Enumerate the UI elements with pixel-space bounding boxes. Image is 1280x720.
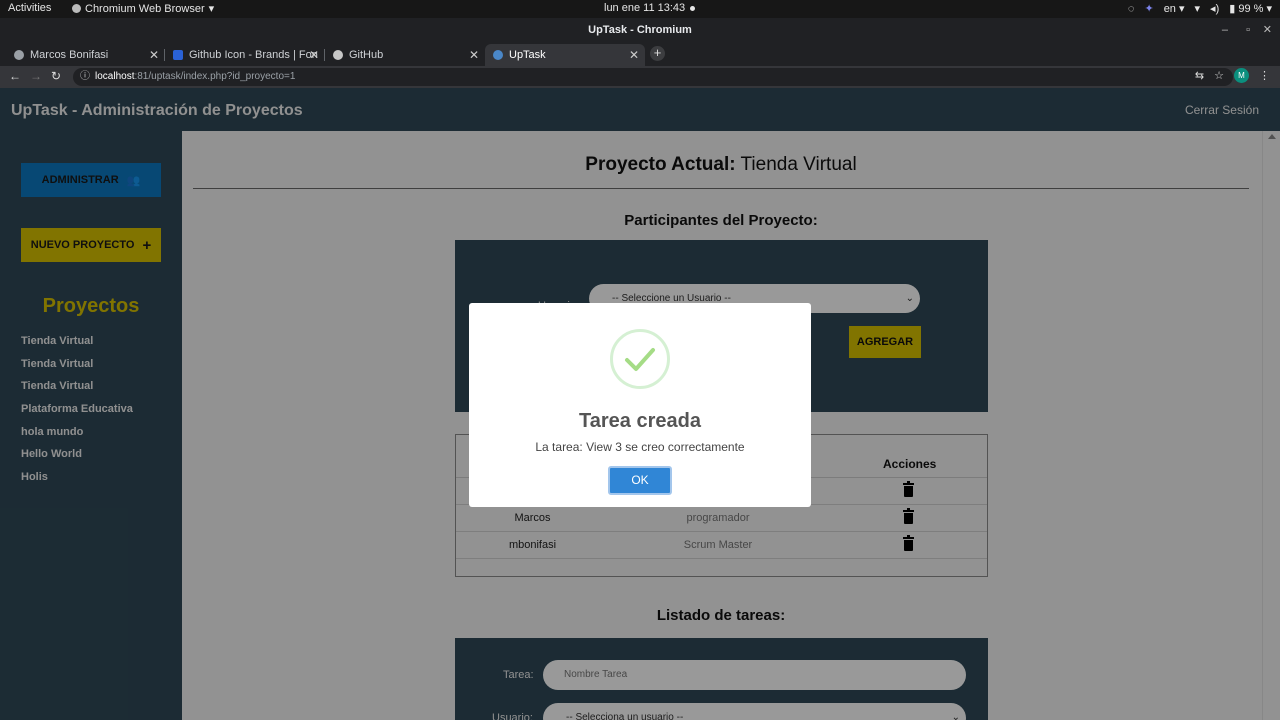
volume-icon: ◂) bbox=[1210, 3, 1220, 15]
clock[interactable]: lun ene 11 13:43 bbox=[604, 2, 696, 14]
new-tab-button[interactable]: + bbox=[650, 46, 665, 61]
tab-uptask[interactable]: UpTask ✕ bbox=[485, 44, 645, 66]
battery-label: 99 % bbox=[1238, 3, 1264, 15]
toolbar-actions: ⇆ ☆ M ⋮ bbox=[1195, 68, 1270, 83]
dialog-title: Tarea creada bbox=[579, 410, 701, 432]
back-arrow-icon[interactable]: ← bbox=[9, 69, 21, 83]
activities-button[interactable]: Activities bbox=[8, 2, 51, 14]
fontawesome-flag-icon bbox=[173, 50, 183, 60]
globe-icon bbox=[14, 50, 24, 60]
tab-label: Marcos Bonifasi bbox=[30, 49, 109, 61]
app-menu[interactable]: Chromium Web Browser ▾ bbox=[72, 2, 214, 15]
success-dialog: Tarea creada La tarea: View 3 se creo co… bbox=[469, 303, 811, 507]
tab-label: GitHub bbox=[349, 49, 384, 61]
close-tab-icon[interactable]: ✕ bbox=[469, 48, 479, 62]
wifi-icon: ▾ bbox=[1194, 3, 1201, 15]
close-tab-icon[interactable]: ✕ bbox=[629, 48, 639, 62]
minimize-icon[interactable]: – bbox=[1222, 18, 1228, 42]
profile-avatar[interactable]: M bbox=[1234, 68, 1249, 83]
forward-arrow-icon[interactable]: → bbox=[30, 69, 42, 83]
ok-button[interactable]: OK bbox=[608, 466, 672, 495]
teams-icon: ✦ bbox=[1144, 3, 1154, 15]
url-host: localhost bbox=[95, 71, 135, 82]
checkmark-icon bbox=[625, 348, 655, 371]
address-bar[interactable]: ⓘ localhost:81/uptask/index.php?id_proye… bbox=[73, 68, 1233, 86]
system-tray[interactable]: ◌ ✦ en ▾ ▾ ◂) ▮ 99 % ▾ bbox=[1127, 2, 1272, 16]
language-label: en bbox=[1163, 3, 1176, 15]
system-top-bar: Activities Chromium Web Browser ▾ lun en… bbox=[0, 0, 1280, 18]
site-info-icon[interactable]: ⓘ bbox=[80, 68, 90, 86]
close-window-icon[interactable]: ✕ bbox=[1263, 18, 1272, 42]
close-tab-icon[interactable]: ✕ bbox=[149, 48, 159, 62]
github-icon bbox=[333, 50, 343, 60]
language-indicator[interactable]: en ▾ bbox=[1164, 2, 1185, 15]
app-menu-label: Chromium Web Browser bbox=[85, 2, 205, 15]
tab-github-icon[interactable]: Github Icon - Brands | Fon ✕ bbox=[165, 44, 325, 66]
window-title: UpTask - Chromium bbox=[588, 24, 692, 36]
caret-down-icon: ▾ bbox=[208, 3, 215, 15]
success-check-icon bbox=[610, 329, 670, 389]
whatsapp-icon: ◌ bbox=[1127, 2, 1135, 15]
tab-marcos-bonifasi[interactable]: Marcos Bonifasi ✕ bbox=[0, 44, 165, 66]
chromium-icon bbox=[72, 4, 81, 13]
reload-icon[interactable]: ↻ bbox=[51, 69, 61, 83]
tab-label: Github Icon - Brands | Fon bbox=[189, 49, 318, 61]
uptask-favicon-icon bbox=[493, 50, 503, 60]
battery-indicator: ▮ 99 % ▾ bbox=[1229, 3, 1272, 15]
window-title-bar: UpTask - Chromium – ▫ ✕ bbox=[0, 18, 1280, 42]
menu-kebab-icon[interactable]: ⋮ bbox=[1259, 69, 1270, 82]
tab-label: UpTask bbox=[509, 49, 546, 61]
bookmark-star-icon[interactable]: ☆ bbox=[1214, 69, 1224, 82]
restore-icon[interactable]: ▫ bbox=[1246, 18, 1250, 42]
tab-strip: Marcos Bonifasi ✕ Github Icon - Brands |… bbox=[0, 42, 1280, 66]
translate-icon[interactable]: ⇆ bbox=[1195, 69, 1204, 82]
browser-toolbar: ← → ↻ ⓘ localhost:81/uptask/index.php?id… bbox=[0, 66, 1280, 88]
notification-dot-icon bbox=[690, 5, 696, 11]
tab-github[interactable]: GitHub ✕ bbox=[325, 44, 485, 66]
dialog-message: La tarea: View 3 se creo correctamente bbox=[535, 440, 745, 454]
clock-label: lun ene 11 13:43 bbox=[604, 2, 686, 14]
close-tab-icon[interactable]: ✕ bbox=[309, 48, 319, 62]
url-path: :81/uptask/index.php?id_proyecto=1 bbox=[134, 71, 296, 82]
